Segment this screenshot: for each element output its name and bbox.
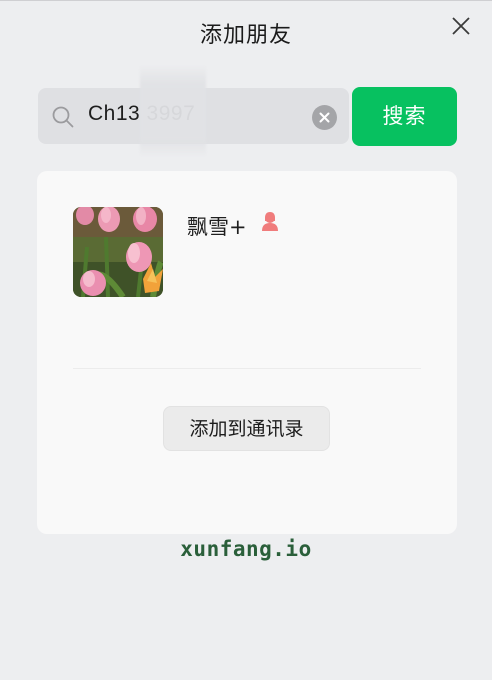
- add-to-contacts-button[interactable]: 添加到通讯录: [163, 406, 330, 451]
- watermark: xunfang.io: [180, 537, 312, 561]
- close-button[interactable]: [450, 15, 472, 37]
- avatar[interactable]: [73, 207, 163, 297]
- tulip-avatar-image: [73, 207, 163, 297]
- female-person-icon: [262, 212, 278, 231]
- contact-name: 飘雪+: [187, 215, 247, 239]
- search-result-card: 飘雪+ 添加到通讯录: [37, 171, 457, 534]
- divider: [73, 368, 421, 369]
- privacy-blur-mask: [140, 65, 206, 157]
- clear-search-button[interactable]: [312, 105, 337, 130]
- close-icon: [452, 17, 470, 35]
- search-icon: [52, 106, 74, 128]
- clear-icon: [319, 112, 330, 123]
- add-friend-window: 添加朋友 Ch13 3997 搜索: [0, 0, 492, 680]
- window-title: 添加朋友: [199, 23, 292, 48]
- search-button[interactable]: 搜索: [352, 87, 457, 146]
